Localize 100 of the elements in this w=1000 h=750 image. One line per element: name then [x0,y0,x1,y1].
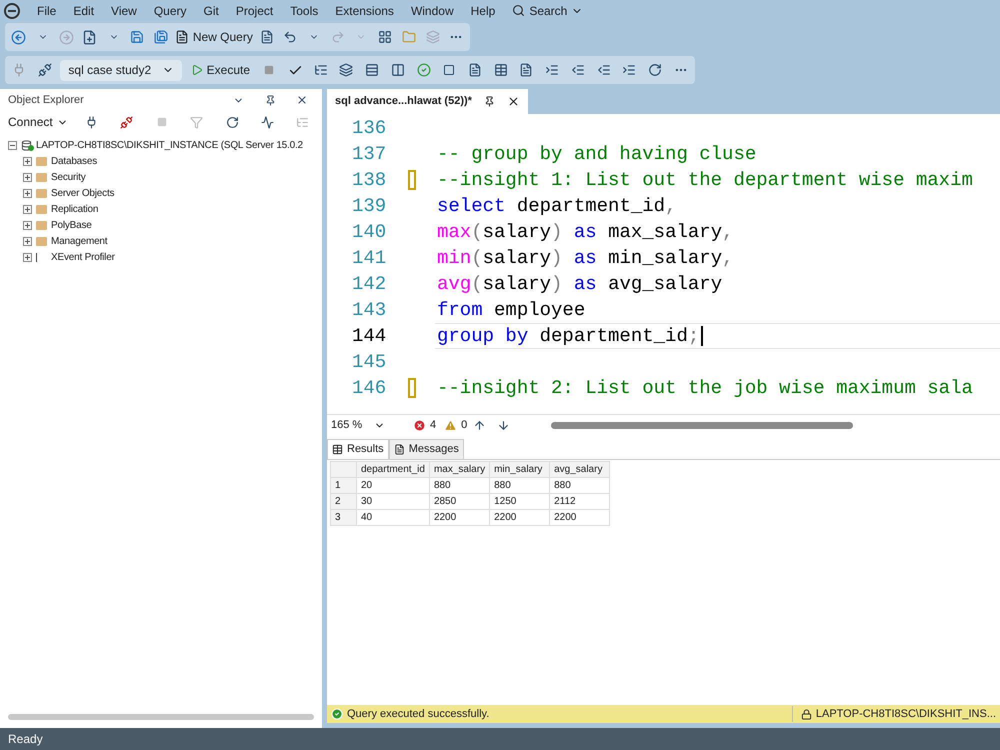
folder-icon [36,236,47,246]
menu-item[interactable]: File [37,2,56,20]
folder-icon [36,204,47,214]
document-tab[interactable]: sql advance...hlawat (52))* [327,89,528,114]
tree-item[interactable]: LAPTOP-CH8TI8SC\DIKSHIT_INSTANCE (SQL Server 15.0.2 [36,138,303,152]
database-dropdown[interactable]: sql case study2 [60,60,182,80]
status-text: Ready [8,731,43,748]
execute-button[interactable]: Execute [186,61,254,79]
expand-toggle[interactable] [23,156,32,166]
menu-item[interactable]: Query [154,2,187,20]
success-icon [331,708,343,720]
line-number: 138 [351,168,388,193]
row-number[interactable]: 3 [330,510,356,526]
table-cell[interactable]: 2200 [490,510,550,526]
zoom-dropdown[interactable]: 165 % [327,417,389,434]
line-number: 140 [351,220,388,245]
connect-button[interactable]: Connect [8,113,68,131]
table-cell[interactable]: 880 [550,478,610,494]
code-line: avg(salary) as avg_salary [437,272,722,297]
corner-cell [330,462,356,478]
expand-toggle[interactable] [23,220,32,230]
column-header[interactable]: min_salary [490,462,550,478]
table-cell[interactable]: 880 [429,478,490,494]
menu-item[interactable]: Extensions [335,2,394,20]
column-header[interactable]: max_salary [429,462,490,478]
table-cell[interactable]: 30 [356,494,430,510]
horizontal-scrollbar[interactable] [8,714,314,720]
line-number: 139 [351,194,388,219]
code-line: group by department_id; [437,324,700,349]
new-query-button[interactable]: New Query [174,28,253,46]
menu-item[interactable]: Help [470,2,496,20]
folder-icon [36,220,47,230]
expand-toggle[interactable] [23,172,32,182]
expand-toggle[interactable] [23,188,32,198]
column-header[interactable]: avg_salary [550,462,610,478]
line-number: 137 [351,142,388,167]
table-cell[interactable]: 2200 [550,510,610,526]
document-icon [394,444,405,455]
table-cell[interactable]: 880 [490,478,550,494]
tree-item[interactable]: PolyBase [51,218,92,232]
tree-item[interactable]: Server Objects [51,186,114,200]
warning-count[interactable]: 0 [461,417,468,434]
warning-icon [444,419,458,432]
text-cursor [701,326,704,346]
close-icon [506,95,520,108]
result-tab[interactable]: Results [327,439,389,459]
code-line: from employee [437,298,586,323]
code-line: min(salary) as min_salary, [437,246,734,271]
table-cell[interactable]: 40 [356,510,430,526]
menu-item[interactable]: Edit [73,2,94,20]
panel-title: Object Explorer [8,92,84,108]
server-icon [21,140,32,150]
line-number: 143 [351,298,388,323]
line-number: 144 [351,324,388,349]
menu-item[interactable]: Git [204,2,219,20]
tree-item[interactable]: Replication [51,202,98,216]
code-line: max(salary) as max_salary, [437,220,734,245]
tree-item[interactable]: Management [51,234,108,248]
table-cell[interactable]: 2112 [550,494,610,510]
code-editor[interactable] [327,114,1000,414]
result-tab[interactable]: Messages [388,439,464,459]
tree-item[interactable]: Security [51,170,86,184]
expand-toggle[interactable] [23,236,32,246]
menu-item[interactable]: Tools [290,2,318,20]
grid-icon [332,444,343,455]
expand-toggle[interactable] [23,204,32,214]
server-name: LAPTOP-CH8TI8SC\DIKSHIT_INS... [816,706,996,722]
table-cell[interactable]: 2200 [429,510,490,526]
tree-item[interactable]: XEvent Profiler [51,250,115,264]
lock-icon [800,708,812,720]
horizontal-scrollbar[interactable] [551,422,854,429]
search-menu[interactable]: Search [512,2,584,20]
code-line: select department_id, [437,194,676,219]
code-line: --insight 1: List out the department wise maxim [437,168,973,193]
table-cell[interactable]: 1250 [490,494,550,510]
app-logo-icon [4,2,20,18]
menu-item[interactable]: Project [236,2,274,20]
error-icon [413,419,426,432]
code-line: -- group by and having cluse [437,142,756,167]
folder-icon [36,188,47,198]
menu-item[interactable]: Window [410,2,454,20]
line-number: 136 [351,116,388,141]
row-number[interactable]: 1 [330,478,356,494]
column-header[interactable]: department_id [356,462,430,478]
table-cell[interactable]: 20 [356,478,430,494]
line-number: 142 [351,272,388,297]
expand-toggle[interactable] [23,252,32,262]
error-count[interactable]: 4 [430,417,436,434]
line-number: 145 [351,350,388,375]
search-icon [512,4,526,17]
menu-item[interactable]: View [111,2,137,20]
folder-icon [36,156,47,166]
table-cell[interactable]: 2850 [429,494,490,510]
pin-icon [484,96,495,107]
collapse-toggle[interactable] [8,140,17,150]
play-icon [190,64,203,76]
row-number[interactable]: 2 [330,494,356,510]
tree-item[interactable]: Databases [51,154,98,168]
query-status: Query executed successfully. [347,706,490,722]
code-line: --insight 2: List out the job wise maximum sala [437,376,973,401]
